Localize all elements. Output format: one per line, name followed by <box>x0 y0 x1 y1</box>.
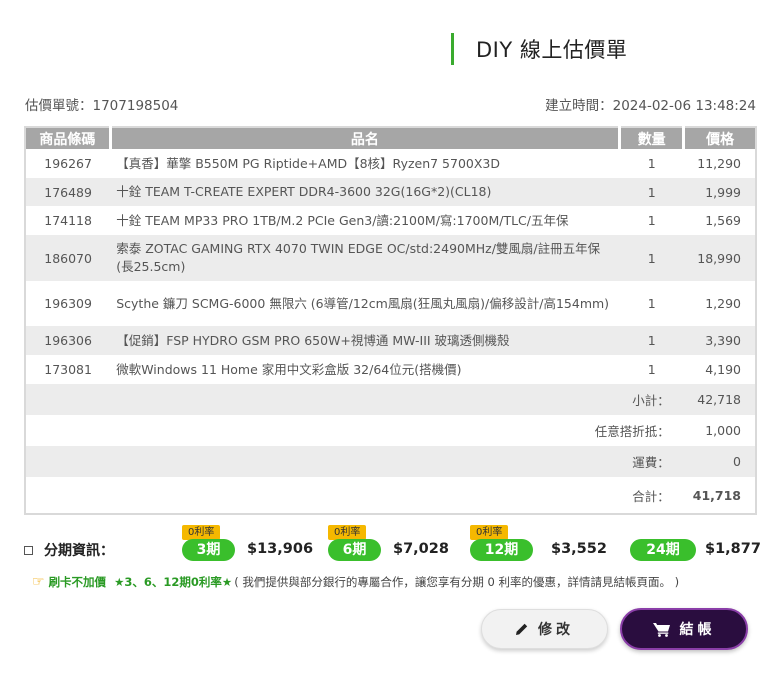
quote-table: 商品條碼 品名 數量 價格 196267 【真香】華擎 B550M PG Rip… <box>24 126 757 515</box>
discount-label: 任意搭折抵： <box>594 424 670 439</box>
term-pill: 3期 <box>182 539 235 561</box>
item-name: 十銓 TEAM T-CREATE EXPERT DDR4-3600 32G(16… <box>110 178 620 206</box>
term-pill: 24期 <box>630 539 696 561</box>
installment-label: 分期資訊： <box>24 540 114 560</box>
pencil-icon <box>515 622 529 636</box>
summary-row-shipping: 運費： 0 <box>25 446 756 477</box>
installment-label-text: 分期資訊： <box>44 543 114 559</box>
pointing-hand-icon: ☞ <box>32 574 45 590</box>
item-price: 3,390 <box>683 326 756 355</box>
item-qty: 1 <box>647 156 656 171</box>
item-qty: 1 <box>647 362 656 377</box>
table-header-row: 商品條碼 品名 數量 價格 <box>25 127 756 149</box>
summary-row-total: 合計： 41,718 <box>25 477 756 514</box>
promo-note: ( 我們提供與部分銀行的專屬合作，讓您享有分期 0 利率的優惠，詳情請見結帳頁面… <box>234 575 680 589</box>
term-pill: 6期 <box>328 539 381 561</box>
item-name: 【促銷】FSP HYDRO GSM PRO 650W+視博通 MW-III 玻璃… <box>110 326 620 355</box>
installment-amount: $1,877 <box>705 541 761 557</box>
item-qty: 1 <box>647 213 656 228</box>
term-pill: 12期 <box>470 539 533 561</box>
quote-number: 估價單號：1707198504 <box>25 98 179 114</box>
title-accent-bar <box>451 33 454 65</box>
square-icon <box>24 545 33 555</box>
installment-amount: $3,552 <box>551 541 607 557</box>
item-name: 【真香】華擎 B550M PG Riptide+AMD【8核】Ryzen7 57… <box>116 155 501 171</box>
item-code: 186070 <box>25 235 111 281</box>
checkout-button-label: 結帳 <box>679 622 716 638</box>
item-price: 4,190 <box>705 362 741 377</box>
header-price: 價格 <box>683 127 756 149</box>
header-code: 商品條碼 <box>25 127 112 149</box>
shipping-label: 運費： <box>25 446 684 477</box>
header-qty: 數量 <box>619 127 686 149</box>
table-row: 196306 【促銷】FSP HYDRO GSM PRO 650W+視博通 MW… <box>25 326 756 355</box>
header-name: 品名 <box>110 127 622 149</box>
edit-button[interactable]: 修改 <box>481 609 608 649</box>
item-qty: 1 <box>619 235 684 281</box>
page-title: DIY 線上估價單 <box>476 38 628 62</box>
edit-button-label: 修改 <box>538 622 574 638</box>
item-code: 176489 <box>25 178 111 206</box>
installment-amount: $7,028 <box>393 541 449 557</box>
zero-interest-badge: 0利率 <box>182 525 221 540</box>
zero-interest-badge: 0利率 <box>470 525 509 540</box>
discount-value: 1,000 <box>705 423 741 438</box>
item-code: 196306 <box>25 326 111 355</box>
table-row: 174118 十銓 TEAM MP33 PRO 1TB/M.2 PCIe Gen… <box>25 206 756 235</box>
item-price: 1,290 <box>705 296 741 311</box>
total-label: 合計： <box>632 488 670 504</box>
no-surcharge-text: 刷卡不加價 <box>48 575 107 589</box>
item-qty: 1 <box>647 296 656 311</box>
item-price: 1,569 <box>705 213 741 228</box>
created-time: 建立時間：2024-02-06 13:48:24 <box>545 98 756 114</box>
item-name: 十銓 TEAM MP33 PRO 1TB/M.2 PCIe Gen3/讀:210… <box>116 212 569 228</box>
table-row: 196267 【真香】華擎 B550M PG Riptide+AMD【8核】Ry… <box>25 149 756 178</box>
item-price: 18,990 <box>683 235 756 281</box>
checkout-button[interactable]: 結帳 <box>620 608 748 650</box>
table-row: 196309 Scythe 鐮刀 SCMG-6000 無限六 (6導管/12cm… <box>25 281 756 326</box>
table-row: 173081 微軟Windows 11 Home 家用中文彩盒版 32/64位元… <box>25 355 756 384</box>
item-name: 索泰 ZOTAC GAMING RTX 4070 TWIN EDGE OC/st… <box>110 235 620 281</box>
total-value: 41,718 <box>692 487 741 503</box>
table-row: 186070 索泰 ZOTAC GAMING RTX 4070 TWIN EDG… <box>25 235 756 281</box>
subtotal-value: 42,718 <box>683 384 756 415</box>
installment-amount: $13,906 <box>247 541 314 557</box>
table-row: 176489 十銓 TEAM T-CREATE EXPERT DDR4-3600… <box>25 178 756 206</box>
item-code: 196267 <box>44 156 92 171</box>
page-header: DIY 線上估價單 <box>451 33 627 65</box>
installment-info: 分期資訊： 0利率 3期 $13,906 0利率 6期 $7,028 0利率 1… <box>24 524 761 564</box>
subtotal-label: 小計： <box>25 384 684 415</box>
item-price: 1,999 <box>683 178 756 206</box>
item-name: 微軟Windows 11 Home 家用中文彩盒版 32/64位元(搭機價) <box>116 361 462 377</box>
cart-icon <box>652 622 671 637</box>
shipping-value: 0 <box>683 446 756 477</box>
summary-row-subtotal: 小計： 42,718 <box>25 384 756 415</box>
promo-line: ☞ 刷卡不加價 ★3、6、12期0利率★ ( 我們提供與部分銀行的專屬合作，讓您… <box>32 574 679 590</box>
item-code: 174118 <box>44 213 92 228</box>
zero-interest-highlight: ★3、6、12期0利率★ <box>114 575 233 589</box>
item-qty: 1 <box>619 326 684 355</box>
item-price: 11,290 <box>697 156 741 171</box>
zero-interest-badge: 0利率 <box>328 525 367 540</box>
item-qty: 1 <box>619 178 684 206</box>
item-code: 173081 <box>44 362 92 377</box>
item-code: 196309 <box>44 296 92 311</box>
item-name: Scythe 鐮刀 SCMG-6000 無限六 (6導管/12cm風扇(狂風丸風… <box>116 295 610 311</box>
summary-row-discount: 任意搭折抵： 1,000 <box>25 415 756 446</box>
